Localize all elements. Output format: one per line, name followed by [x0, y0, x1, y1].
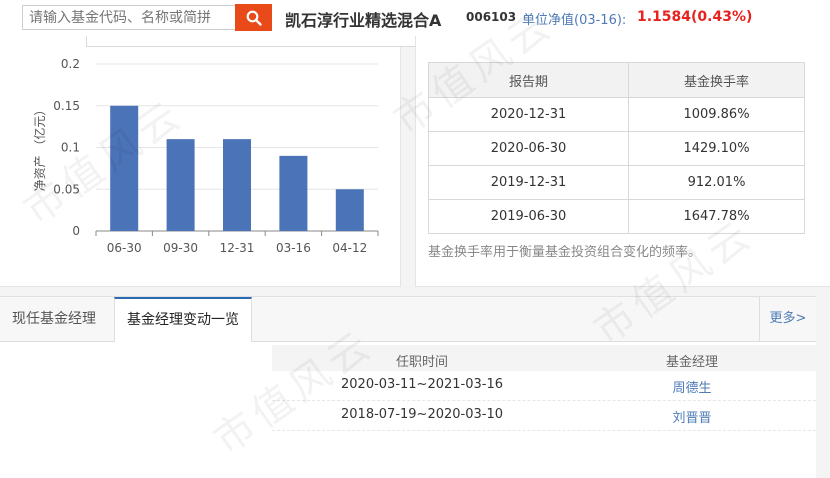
- search-icon: [246, 10, 262, 26]
- report-period: 2020-06-30: [428, 131, 629, 166]
- table-header-row: 报告期 基金换手率: [428, 62, 805, 98]
- net-assets-panel: 0 0.05 0.1 0.15 0.2 06-30 09-30 12-31 03-16 04-12…: [0, 36, 401, 287]
- y-tick-label: 0.05: [53, 182, 80, 196]
- table-row: 2020-06-30 1429.10%: [428, 131, 805, 166]
- table-row: 2018-07-19~2020-03-10 刘晋晋: [272, 401, 816, 431]
- turnover-note: 基金换手率用于衡量基金投资组合变化的频率。: [428, 245, 702, 260]
- manager-name-link[interactable]: 刘晋晋: [602, 407, 782, 426]
- manager-name-link[interactable]: 周德生: [602, 377, 782, 396]
- bar: [110, 105, 139, 231]
- x-tick-label: 03-16: [276, 241, 311, 255]
- top-bar: 凯石淳行业精选混合A 006103 单位净值(03-16): 1.1584(0.…: [0, 0, 830, 37]
- bar: [279, 155, 308, 231]
- search-button[interactable]: [235, 4, 272, 31]
- bar: [335, 189, 364, 231]
- header-manager: 基金经理: [665, 355, 718, 370]
- y-axis-label: 净资产 （亿元）: [32, 104, 47, 192]
- y-tick-label: 0.2: [61, 57, 80, 71]
- fund-code: 006103: [466, 10, 517, 24]
- manager-panel: 现任基金经理 基金经理变动一览 更多> 任职时间 基金经理 2020-03-11…: [0, 296, 816, 478]
- tenure-period: 2020-03-11~2021-03-16: [341, 377, 503, 392]
- tenure-period: 2018-07-19~2020-03-10: [341, 407, 503, 422]
- search-input[interactable]: [22, 5, 235, 30]
- report-period: 2019-12-31: [428, 165, 629, 200]
- nav-value: 1.1584(0.43%): [637, 9, 753, 25]
- manager-table: 任职时间 基金经理 2020-03-11~2021-03-16 周德生 2018…: [272, 345, 816, 431]
- turnover-panel: 报告期 基金换手率 2020-12-31 1009.86% 2020-06-30…: [415, 36, 830, 287]
- bar: [166, 139, 195, 231]
- x-tick-label: 12-31: [220, 241, 255, 255]
- y-tick-label: 0.15: [53, 99, 80, 113]
- fund-name: 凯石淳行业精选混合A: [285, 11, 442, 30]
- header-turnover-rate: 基金换手率: [628, 62, 805, 98]
- tab-manager-changes[interactable]: 基金经理变动一览: [114, 297, 252, 342]
- turnover-rate: 1647.78%: [628, 199, 805, 234]
- table-row: 2020-03-11~2021-03-16 周德生: [272, 371, 816, 401]
- bar: [223, 139, 251, 231]
- turnover-rate: 1429.10%: [628, 131, 805, 166]
- turnover-table: 报告期 基金换手率 2020-12-31 1009.86% 2020-06-30…: [428, 62, 805, 234]
- nav-label: 单位净值(03-16):: [522, 13, 627, 28]
- report-period: 2020-12-31: [428, 97, 629, 132]
- table-row: 2019-12-31 912.01%: [428, 165, 805, 200]
- table-row: 2019-06-30 1647.78%: [428, 199, 805, 234]
- y-tick-label: 0.1: [61, 141, 80, 155]
- more-link[interactable]: 更多>: [759, 297, 816, 341]
- manager-tabbar: 现任基金经理 基金经理变动一览 更多>: [0, 296, 816, 342]
- y-tick-label: 0: [72, 224, 80, 238]
- header-report-period: 报告期: [428, 62, 629, 98]
- x-tick-label: 04-12: [332, 241, 367, 255]
- x-tick-label: 09-30: [163, 241, 198, 255]
- turnover-rate: 912.01%: [628, 165, 805, 200]
- table-header-row: 任职时间 基金经理: [272, 345, 816, 371]
- table-row: 2020-12-31 1009.86%: [428, 97, 805, 132]
- x-tick-label: 06-30: [107, 241, 142, 255]
- turnover-rate: 1009.86%: [628, 97, 805, 132]
- report-period: 2019-06-30: [428, 199, 629, 234]
- tab-current-managers[interactable]: 现任基金经理: [0, 297, 108, 341]
- net-assets-chart: 0 0.05 0.1 0.15 0.2 06-30 09-30 12-31 03-16 04-12…: [32, 57, 379, 255]
- header-tenure: 任职时间: [395, 355, 448, 370]
